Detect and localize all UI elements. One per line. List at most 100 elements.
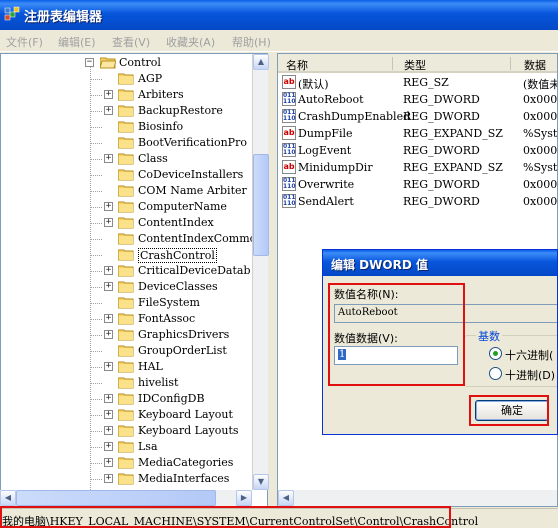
folder-icon [118, 345, 134, 357]
tree-connector [90, 239, 102, 240]
radio-decimal-label[interactable]: 十进制(D) [505, 367, 555, 383]
radio-hex-label[interactable]: 十六进制( [505, 347, 553, 363]
expand-icon[interactable]: + [104, 218, 113, 227]
menu-view[interactable]: 查看(V) [112, 34, 150, 50]
registry-tree[interactable]: − Control AGP + Arbiters + BackupRestore Bios… [0, 53, 268, 507]
scroll-down-button[interactable]: ▼ [253, 474, 269, 490]
tree-item[interactable]: + FontAssoc [1, 311, 255, 327]
scroll-left-button[interactable]: ◀ [278, 490, 294, 506]
expand-icon[interactable]: + [104, 474, 113, 483]
list-row[interactable]: ab (默认) REG_SZ (数值未 [278, 74, 557, 91]
tree-item[interactable]: CrashControl [1, 247, 255, 263]
tree-connector [90, 95, 102, 96]
expand-icon[interactable]: + [104, 282, 113, 291]
folder-icon [118, 153, 134, 165]
tree-item[interactable]: + Class [1, 151, 255, 167]
scroll-right-button[interactable]: ▶ [236, 490, 252, 506]
expand-icon[interactable]: + [104, 330, 113, 339]
tree-item-control[interactable]: − Control [1, 55, 255, 71]
expand-icon[interactable]: + [104, 202, 113, 211]
tree-item[interactable]: + CriticalDeviceDatab [1, 263, 255, 279]
tree-connector [90, 111, 102, 112]
tree-item-label: FileSystem [138, 296, 200, 309]
tree-connector [90, 479, 102, 480]
tree-item[interactable]: + DeviceClasses [1, 279, 255, 295]
folder-icon [118, 169, 134, 181]
expand-icon[interactable]: + [104, 106, 113, 115]
scroll-up-button[interactable]: ▲ [253, 54, 269, 70]
value-name: DumpFile [298, 127, 353, 140]
list-row[interactable]: abMinidumpDir REG_EXPAND_SZ %Syste [278, 159, 557, 176]
dialog-title-bar[interactable]: 编辑 DWORD 值 [323, 250, 557, 276]
tree-item[interactable]: CoDeviceInstallers [1, 167, 255, 183]
tree-item[interactable]: + Lsa [1, 439, 255, 455]
tree-item[interactable]: + MediaInterfaces [1, 471, 255, 487]
column-divider[interactable] [392, 57, 393, 70]
expand-icon[interactable]: + [104, 458, 113, 467]
column-divider[interactable] [510, 57, 511, 70]
expand-icon[interactable]: + [104, 394, 113, 403]
expand-icon[interactable]: + [104, 154, 113, 163]
list-row[interactable]: 011110Overwrite REG_DWORD 0x0000 [278, 176, 557, 193]
tree-item[interactable]: Biosinfo [1, 119, 255, 135]
tree-item[interactable]: + IDConfigDB [1, 391, 255, 407]
scroll-thumb[interactable] [16, 490, 216, 506]
tree-item[interactable]: COM Name Arbiter [1, 183, 255, 199]
tree-item[interactable]: + ComputerName [1, 199, 255, 215]
tree-item-label: Keyboard Layouts [138, 424, 239, 437]
tree-item[interactable]: BootVerificationPro [1, 135, 255, 151]
tree-item[interactable]: AGP [1, 71, 255, 87]
tree-item[interactable]: + HAL [1, 359, 255, 375]
tree-item[interactable]: + ContentIndex [1, 215, 255, 231]
list-row[interactable]: 011110CrashDumpEnabledREG_DWORD 0x0000 [278, 108, 558, 125]
menu-edit[interactable]: 编辑(E) [58, 34, 96, 50]
tree-item[interactable]: GroupOrderList [1, 343, 255, 359]
value-name: SendAlert [298, 195, 354, 208]
column-name[interactable]: 名称 [286, 57, 308, 73]
radio-hex[interactable] [489, 347, 502, 360]
menu-file[interactable]: 文件(F) [6, 34, 43, 50]
folder-icon [118, 457, 134, 469]
tree-connector [90, 143, 102, 144]
list-row[interactable]: 011110LogEvent REG_DWORD 0x0000 [278, 142, 557, 159]
tree-item-label: CriticalDeviceDatab [138, 264, 251, 277]
column-data[interactable]: 数据 [524, 57, 546, 73]
scroll-left-button[interactable]: ◀ [0, 490, 16, 506]
dialog-title: 编辑 DWORD 值 [331, 258, 428, 272]
list-row[interactable]: 011110SendAlert REG_DWORD 0x0000 [278, 193, 558, 210]
tree-item[interactable]: + Arbiters [1, 87, 255, 103]
value-data: 0x0000 [523, 110, 558, 123]
column-type[interactable]: 类型 [404, 57, 426, 73]
tree-item[interactable]: FileSystem [1, 295, 255, 311]
menu-favorites[interactable]: 收藏夹(A) [166, 34, 215, 50]
tree-connector [90, 191, 102, 192]
tree-item[interactable]: + BackupRestore [1, 103, 255, 119]
expand-icon[interactable]: + [104, 410, 113, 419]
expand-icon[interactable]: + [104, 90, 113, 99]
expand-icon[interactable]: + [104, 426, 113, 435]
list-row[interactable]: abDumpFile REG_EXPAND_SZ %Syste [278, 125, 557, 142]
expand-icon[interactable]: + [104, 266, 113, 275]
value-data: 0x0000 [523, 195, 558, 208]
expand-icon[interactable]: + [104, 314, 113, 323]
title-bar[interactable]: 注册表编辑器 [0, 0, 558, 30]
tree-item-label: MediaCategories [138, 456, 234, 469]
tree-item[interactable]: + Keyboard Layout [1, 407, 255, 423]
highlight-box [469, 395, 549, 426]
expand-icon[interactable]: + [104, 442, 113, 451]
expand-icon[interactable]: + [104, 362, 113, 371]
tree-item[interactable]: + MediaCategories [1, 455, 255, 471]
tree-vertical-scrollbar[interactable]: ▲ ▼ [252, 54, 269, 490]
tree-horizontal-scrollbar[interactable]: ◀ ▶ [0, 490, 252, 507]
list-row[interactable]: 011110AutoReboot REG_DWORD 0x0000 [278, 91, 557, 108]
tree-item-label: ContentIndexCommon [138, 232, 264, 245]
tree-item[interactable]: + Keyboard Layouts [1, 423, 255, 439]
collapse-icon[interactable]: − [85, 58, 94, 67]
radio-decimal[interactable] [489, 367, 502, 380]
tree-item[interactable]: ContentIndexCommon [1, 231, 263, 247]
scroll-thumb[interactable] [253, 154, 269, 256]
tree-item[interactable]: hivelist [1, 375, 255, 391]
menu-help[interactable]: 帮助(H) [232, 34, 271, 50]
list-horizontal-scrollbar[interactable]: ◀ [278, 490, 557, 506]
tree-item[interactable]: + GraphicsDrivers [1, 327, 255, 343]
